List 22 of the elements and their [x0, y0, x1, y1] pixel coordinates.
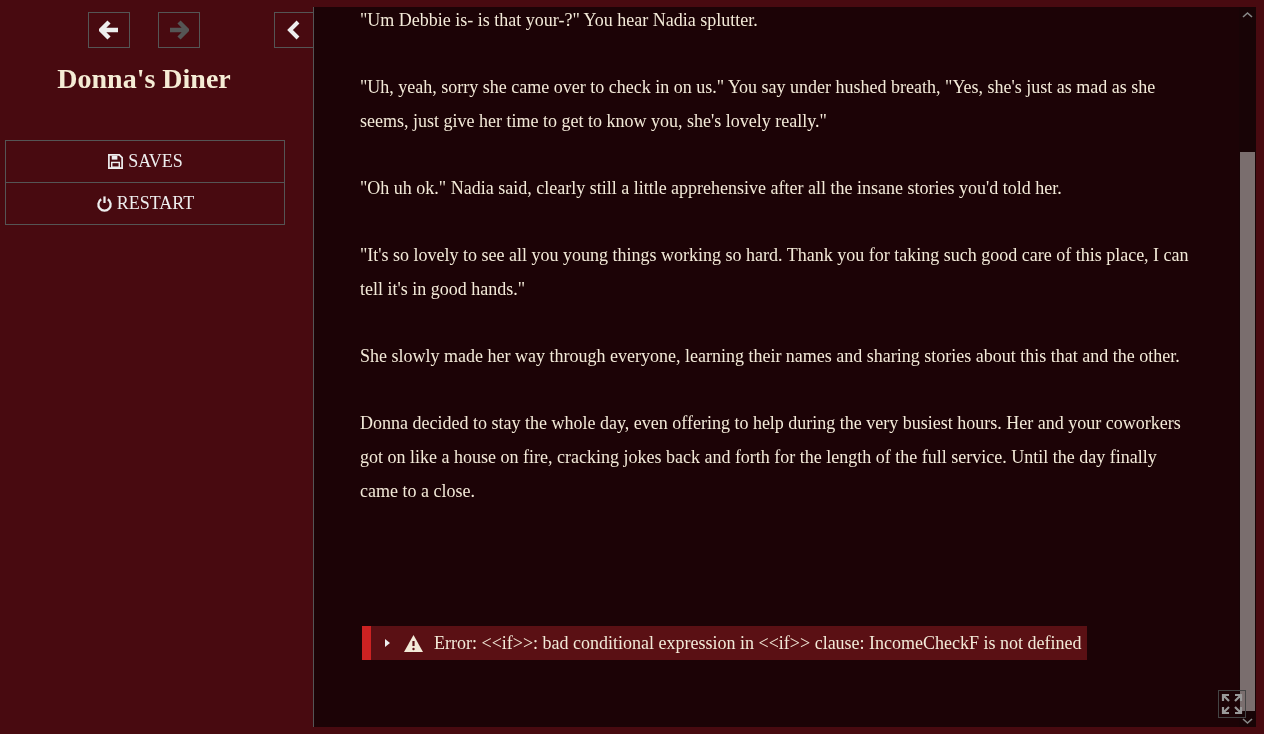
- story-paragraph: "Oh uh ok." Nadia said, clearly still a little apprehensive after all the insane stories you'd told her.: [360, 177, 1063, 200]
- story-paragraph: "It's so lovely to see all you young things working so hard. Thank you for taking such good care of this place, I can tell it's in good hands.": [360, 244, 1190, 301]
- chevron-left-icon: [287, 20, 301, 40]
- restart-button[interactable]: RESTART: [6, 183, 284, 225]
- warning-icon: [403, 633, 424, 653]
- scrollbar-thumb[interactable]: [1240, 152, 1255, 711]
- story-title: Donna's Diner: [56, 62, 232, 96]
- error-message: Error: <<if>>: bad conditional expression in <<if>> clause: IncomeCheckF is not defined: [434, 632, 1082, 654]
- back-button[interactable]: [88, 12, 130, 48]
- expand-arrows-icon: [1221, 693, 1243, 715]
- arrow-right-icon: [169, 20, 189, 40]
- story-paragraph: "Uh, yeah, sorry she came over to check in on us." You say under hushed breath, "Yes, she's just as mad as she seems, just give her time to get to know you, she's lovely really.": [360, 76, 1157, 133]
- chevron-up-icon: [1242, 11, 1253, 19]
- power-icon: [95, 195, 113, 212]
- arrow-left-icon: [99, 20, 119, 40]
- story-paragraph: Donna decided to stay the whole day, even offering to help during the very busiest hours. Her and your coworkers got on like a house on fire, cracking jokes back and forth for the length of the full service. Until the day finally came to a close.: [360, 412, 1182, 503]
- fullscreen-button[interactable]: [1218, 690, 1246, 718]
- story-paragraph: "Um Debbie is- is that your-?" You hear Nadia splutter.: [360, 9, 759, 32]
- scrollbar[interactable]: [1239, 7, 1256, 727]
- story-paragraph: She slowly made her way through everyone, learning their names and sharing stories about this that and the other.: [360, 345, 1181, 368]
- chevron-down-icon: [1242, 717, 1253, 725]
- saves-button[interactable]: SAVES: [6, 141, 284, 183]
